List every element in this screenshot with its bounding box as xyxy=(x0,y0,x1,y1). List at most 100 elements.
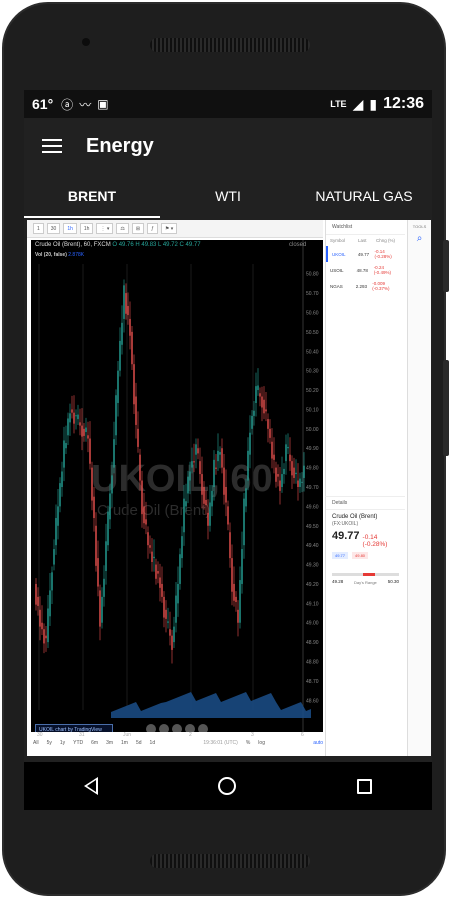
reset-button[interactable] xyxy=(198,724,208,732)
timeframe-5d[interactable]: 5d xyxy=(136,740,142,750)
y-tick-label: 50.60 xyxy=(306,310,319,316)
y-tick-label: 50.70 xyxy=(306,291,319,297)
top-speaker xyxy=(150,38,310,52)
watchlist-row-usoil[interactable]: USOIL 48.78 -0.24 (-0.49%) xyxy=(326,262,405,278)
candle-body xyxy=(127,306,129,316)
temperature: 61° xyxy=(32,96,54,112)
x-label: 31 xyxy=(79,732,85,738)
log-scale-toggle[interactable]: log xyxy=(258,740,265,750)
days-range: 49.28 Day's Range 50.30 xyxy=(332,567,399,589)
candle-body xyxy=(253,410,255,416)
indicators-button[interactable]: ƒ xyxy=(147,223,158,234)
candlestick-chart[interactable]: 50.80 50.70 50.60 50.50 50.40 50.30 50.20 50.10… xyxy=(31,240,323,732)
chart-pane[interactable]: UKOIL, 60 Crude Oil (Brent) 50.80 50.70 50… xyxy=(31,240,323,732)
y-tick-label: 50.20 xyxy=(306,388,319,394)
timeframe-all[interactable]: All xyxy=(33,740,39,750)
candle-body xyxy=(55,518,57,546)
candle-body xyxy=(99,590,101,627)
candle-body xyxy=(197,448,199,454)
home-icon[interactable] xyxy=(218,777,237,795)
candle-body xyxy=(263,399,265,414)
y-tick-label: 50.00 xyxy=(306,427,319,433)
timeframe-6m[interactable]: 6m xyxy=(91,740,98,750)
candle-body xyxy=(267,419,269,429)
watchlist-row-ukoil[interactable]: UKOIL 49.77 -0.14 (-0.28%) xyxy=(326,246,405,262)
candle-body xyxy=(89,438,91,464)
interval-1-button[interactable]: 1 xyxy=(33,223,44,234)
candle-body xyxy=(49,590,51,617)
scroll-right-button[interactable] xyxy=(185,724,195,732)
signal-icon: ◢ xyxy=(352,95,364,112)
tab-natural-gas[interactable]: NATURAL GAS xyxy=(296,174,432,218)
details-title: Details xyxy=(326,497,405,510)
price-change: -0.14 (-0.28%) xyxy=(362,534,388,548)
candle-body xyxy=(111,475,113,494)
watchlist-row-ngas[interactable]: NGAS 2.293 -0.009 (-0.37%) xyxy=(326,278,405,294)
auto-scale-toggle[interactable]: auto xyxy=(313,740,323,750)
settings-button[interactable]: ⚑ ▾ xyxy=(160,223,178,234)
candle-body xyxy=(185,501,187,507)
percent-scale-toggle[interactable]: % xyxy=(246,740,250,750)
interval-1h-button[interactable]: 1h xyxy=(63,223,77,234)
candle-body xyxy=(103,578,105,597)
compare-button[interactable]: ⚖ xyxy=(116,223,129,234)
x-axis-labels: 30 31 Jun 2 3 6 xyxy=(31,732,323,740)
range-marker xyxy=(363,573,375,576)
market-status: closed xyxy=(289,242,307,248)
x-label: 30 xyxy=(37,732,43,738)
candle-body xyxy=(167,621,169,623)
candle-body xyxy=(257,385,259,391)
zoom-out-button[interactable] xyxy=(146,724,156,732)
tab-brent[interactable]: BRENT xyxy=(24,174,160,218)
candle-body xyxy=(63,440,65,468)
timeframe-1y[interactable]: 1y xyxy=(60,740,65,750)
y-tick-label: 50.10 xyxy=(306,407,319,413)
timeframe-ytd[interactable]: YTD xyxy=(73,740,83,750)
watchlist-title: Watchlist xyxy=(326,220,405,235)
candle-body xyxy=(273,454,275,460)
chart-type-button[interactable]: ⊞ xyxy=(131,223,145,234)
candle-body xyxy=(283,468,285,475)
y-tick-label: 49.40 xyxy=(306,543,319,549)
y-tick-label: 50.80 xyxy=(306,272,319,278)
hamburger-menu-icon[interactable] xyxy=(42,139,62,153)
candle-body xyxy=(51,572,53,591)
candle-body xyxy=(165,609,167,619)
scroll-left-button[interactable] xyxy=(172,724,182,732)
zoom-in-button[interactable] xyxy=(159,724,169,732)
chart-legend: Crude Oil (Brent), 60, FXCM O 49.76 H 49… xyxy=(35,242,306,248)
timeframe-1d[interactable]: 1d xyxy=(150,740,156,750)
volume-value: 2.878K xyxy=(68,252,85,258)
timeframe-1m[interactable]: 1m xyxy=(121,740,128,750)
android-nav-bar xyxy=(24,762,432,810)
candle-body xyxy=(293,467,295,478)
interval-menu-button[interactable]: ⋮ ▾ xyxy=(96,223,114,234)
timeframe-3m[interactable]: 3m xyxy=(106,740,113,750)
screen: 61° ⓐ 〰 ▣ LTE ◢ ▮ 12:36 Energy BRENT WTI… xyxy=(24,90,432,810)
candle-body xyxy=(281,474,283,487)
candle-body xyxy=(79,422,81,426)
candle-body xyxy=(115,395,117,436)
back-icon[interactable] xyxy=(84,777,99,795)
tradingview-link[interactable]: UKOIL chart by TradingView xyxy=(35,724,113,732)
candle-body xyxy=(113,439,115,468)
candle-body xyxy=(53,549,55,565)
details-panel: Details Crude Oil (Brent) (FX:UKOIL) 49.… xyxy=(325,496,405,608)
candle-body xyxy=(153,556,155,559)
candle-body xyxy=(237,609,239,623)
watchlist-icon[interactable]: ⌕ xyxy=(408,233,431,244)
app-bar: Energy xyxy=(24,118,432,174)
row-change: -0.009 (-0.37%) xyxy=(372,281,390,291)
candle-body xyxy=(299,478,301,487)
y-tick-label: 49.80 xyxy=(306,466,319,472)
android-icon: ▣ xyxy=(97,97,109,111)
interval-30-button[interactable]: 30 xyxy=(46,223,61,234)
row-last: 49.77 xyxy=(357,251,370,257)
tab-wti[interactable]: WTI xyxy=(160,174,296,218)
y-tick-label: 48.70 xyxy=(306,679,319,685)
interval-1h-alt-button[interactable]: 1h xyxy=(79,223,94,234)
timeframe-5y[interactable]: 5y xyxy=(47,740,52,750)
candle-body xyxy=(255,386,257,403)
recents-icon[interactable] xyxy=(356,778,372,794)
y-tick-label: 48.60 xyxy=(306,698,319,704)
